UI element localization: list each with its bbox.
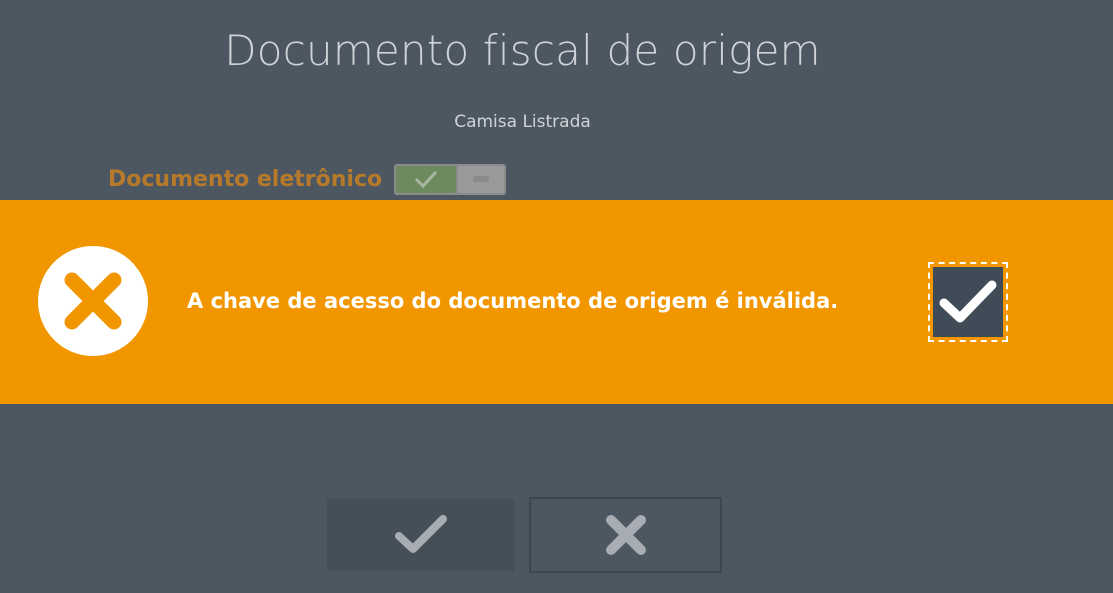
dialog-title: Documento fiscal de origem [224,26,821,75]
product-name: Camisa Listrada [454,112,591,132]
alert-message: A chave de acesso do documento de origem… [187,289,839,313]
close-icon [64,272,122,330]
alert-confirm-inner [933,267,1003,337]
electronic-doc-toggle[interactable] [394,163,507,195]
cancel-button[interactable] [529,497,722,573]
electronic-doc-label: Documento eletrônico [108,166,383,192]
alert-confirm-button[interactable] [928,262,1008,342]
checkmark-icon [939,280,997,323]
toggle-knob-grip-icon [473,176,490,182]
electronic-doc-row: Documento eletrônico [108,163,507,195]
error-alert-banner: A chave de acesso do documento de origem… [0,200,1113,404]
confirm-button[interactable] [327,499,514,571]
close-circle-icon [38,246,148,356]
toggle-check-icon [415,170,438,189]
checkmark-icon [394,515,447,553]
toggle-knob [458,165,505,193]
toggle-on-segment [396,165,457,193]
close-icon [605,515,646,555]
